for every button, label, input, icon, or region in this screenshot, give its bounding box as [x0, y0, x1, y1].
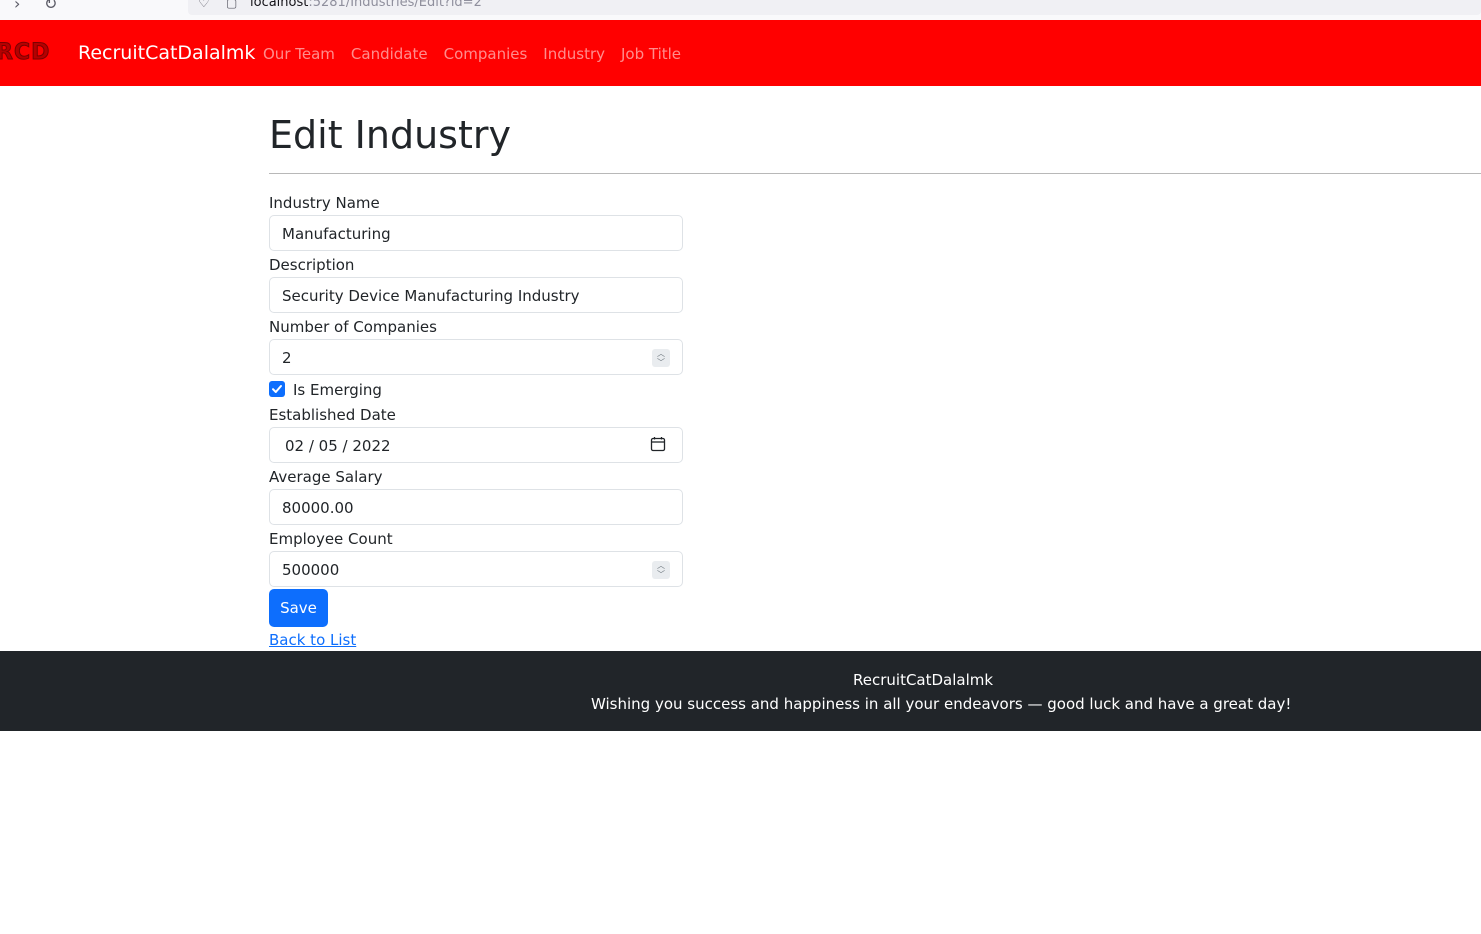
nav-link-industry[interactable]: Industry — [543, 45, 605, 63]
established-date-value: 02 / 05 / 2022 — [285, 437, 391, 455]
average-salary-value: 80000.00 — [282, 499, 354, 517]
number-of-companies-label: Number of Companies — [269, 318, 437, 336]
employee-spinner-icon[interactable]: ︿ ﹀ — [652, 561, 670, 579]
save-button[interactable]: Save — [269, 589, 328, 627]
page-info-icon[interactable]: ▢ — [226, 0, 237, 10]
page-title: Edit Industry — [269, 113, 511, 157]
brand-logo[interactable]: RCD — [0, 40, 50, 66]
checkmark-icon — [272, 385, 282, 393]
site-footer: RecruitCatDalalmk Wishing you success an… — [0, 651, 1481, 731]
average-salary-input[interactable]: 80000.00 — [269, 489, 683, 525]
back-arrow-icon[interactable]: › — [14, 0, 20, 13]
browser-toolbar: › ↻ ♡ ▢ localhost:5281/Industries/Edit?i… — [0, 0, 1481, 20]
is-emerging-checkbox[interactable] — [269, 381, 285, 397]
back-to-list-link[interactable]: Back to List — [269, 631, 356, 649]
description-label: Description — [269, 256, 355, 274]
footer-message: Wishing you success and happiness in all… — [591, 695, 1292, 713]
nav-links: Our Team Candidate Companies Industry Jo… — [263, 45, 697, 63]
established-date-label: Established Date — [269, 406, 396, 424]
address-bar[interactable]: ♡ ▢ localhost:5281/Industries/Edit?id=2 — [188, 0, 1481, 15]
reload-icon[interactable]: ↻ — [44, 0, 57, 13]
description-input[interactable]: Security Device Manufacturing Industry — [269, 277, 683, 313]
description-value: Security Device Manufacturing Industry — [282, 287, 580, 305]
employee-count-value: 500000 — [282, 561, 340, 579]
industry-name-input[interactable]: Manufacturing — [269, 215, 683, 251]
brand-name-link[interactable]: RecruitCatDalalmk — [78, 42, 255, 64]
shield-icon[interactable]: ♡ — [198, 0, 210, 11]
industry-name-value: Manufacturing — [282, 225, 391, 243]
number-spinner-icon[interactable]: ︿ ﹀ — [652, 349, 670, 367]
employee-count-input[interactable]: 500000 ︿ ﹀ — [269, 551, 683, 587]
number-of-companies-input[interactable]: 2 ︿ ﹀ — [269, 339, 683, 375]
nav-link-companies[interactable]: Companies — [444, 45, 528, 63]
top-navbar: RCD RecruitCatDalalmk Our Team Candidate… — [0, 20, 1481, 86]
footer-title: RecruitCatDalalmk — [853, 671, 994, 689]
is-emerging-label[interactable]: Is Emerging — [293, 381, 382, 399]
employee-count-label: Employee Count — [269, 530, 393, 548]
nav-link-our-team[interactable]: Our Team — [263, 45, 335, 63]
nav-link-job-title[interactable]: Job Title — [621, 45, 681, 63]
number-of-companies-value: 2 — [282, 349, 292, 367]
industry-name-label: Industry Name — [269, 194, 380, 212]
nav-link-candidate[interactable]: Candidate — [351, 45, 428, 63]
title-divider — [269, 173, 1481, 174]
established-date-input[interactable]: 02 / 05 / 2022 — [269, 427, 683, 463]
calendar-icon[interactable] — [650, 436, 666, 452]
url-text: localhost:5281/Industries/Edit?id=2 — [250, 0, 482, 10]
average-salary-label: Average Salary — [269, 468, 383, 486]
